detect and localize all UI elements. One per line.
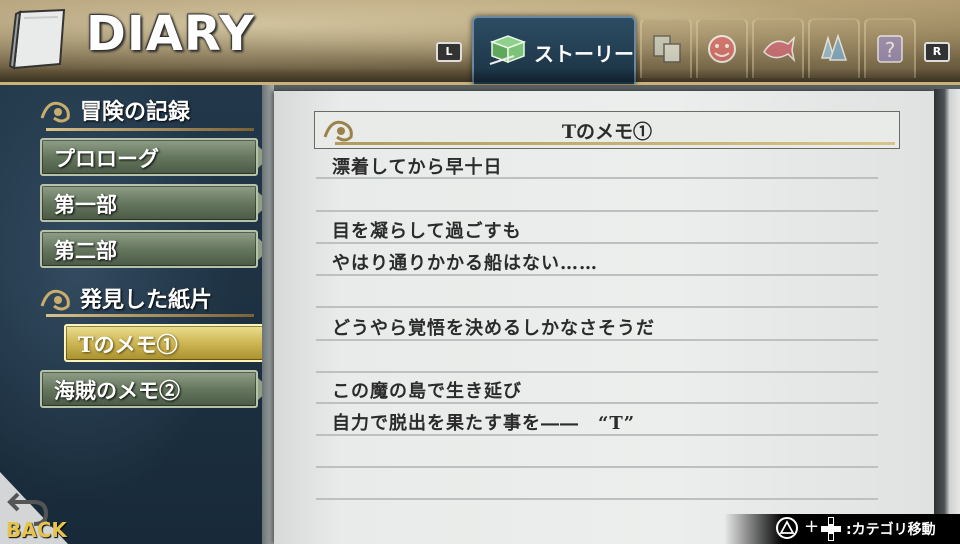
ruled-line [316, 274, 878, 276]
diary-book-icon [8, 8, 66, 70]
sidebar-item-label: 第二部 [54, 238, 117, 263]
sidebar-item-label: Tのメモ① [78, 332, 178, 357]
page-binding-edge [262, 85, 274, 544]
question-icon: ? [877, 35, 903, 63]
ruled-line [316, 434, 878, 436]
ruled-line [316, 498, 878, 500]
sidebar-item-t-memo-1[interactable]: Tのメモ① [64, 324, 294, 362]
tab-unknown[interactable]: ? [864, 18, 916, 78]
memo-line: 漂着してから早十日 [332, 157, 503, 178]
compass-ornament-icon [40, 289, 70, 311]
hint-text: :カテゴリ移動 [846, 522, 936, 538]
tab-story[interactable]: ストーリー [472, 16, 636, 84]
ruled-line [316, 466, 878, 468]
crystal-icon [820, 33, 848, 61]
ruled-line [316, 210, 878, 212]
memo-title: Tのメモ① [561, 121, 653, 143]
compass-ornament-icon [40, 101, 70, 123]
section-divider [46, 314, 254, 317]
memo-page: Tのメモ① 漂着してから早十日 目を凝らして過ごすも やはり通りかかる船はない…… [274, 91, 934, 544]
diary-notebook: Tのメモ① 漂着してから早十日 目を凝らして過ごすも やはり通りかかる船はない…… [262, 85, 960, 544]
dpad-icon [821, 517, 841, 541]
ruled-line [316, 306, 878, 308]
l-shoulder-button-hint[interactable]: L [436, 42, 462, 62]
controls-hint: + :カテゴリ移動 [724, 514, 960, 544]
memo-line: 目を凝らして過ごすも [332, 221, 522, 242]
svg-text:?: ? [885, 38, 896, 62]
ruled-line [316, 339, 878, 341]
tab-notes[interactable] [640, 18, 692, 78]
ruled-line [316, 402, 878, 404]
open-book-icon [489, 35, 527, 65]
title-underline [335, 142, 895, 145]
tab-crystal[interactable] [808, 18, 860, 78]
page-title: DIARY [86, 6, 255, 62]
sidebar-item-prologue[interactable]: プロローグ [40, 138, 270, 176]
section-title: 冒険の記録 [80, 99, 191, 125]
sidebar-item-pirate-memo-2[interactable]: 海賊のメモ② [40, 370, 270, 408]
sidebar-item-part-one[interactable]: 第一部 [40, 184, 270, 222]
section-divider [46, 128, 254, 131]
tab-story-label: ストーリー [534, 42, 634, 66]
tab-face[interactable] [696, 18, 748, 78]
fish-icon [763, 35, 796, 63]
sidebar-item-part-two[interactable]: 第二部 [40, 230, 270, 268]
next-page-edge [934, 89, 960, 544]
triangle-button-icon [776, 517, 798, 539]
ruled-line [316, 177, 878, 179]
section-title: 発見した紙片 [80, 287, 213, 313]
tab-fish[interactable] [752, 18, 804, 78]
header-bar: DIARY L ストーリー ? R [0, 0, 960, 85]
sidebar-item-label: 海賊のメモ② [54, 378, 180, 403]
back-button-label[interactable]: BACK [6, 518, 67, 542]
memo-line: どうやら覚悟を決めるしかなさそうだ [332, 318, 655, 339]
face-icon [708, 35, 736, 63]
sidebar-item-label: プロローグ [54, 146, 159, 171]
memo-line: この魔の島で生き延び [332, 381, 522, 402]
ruled-line [316, 242, 878, 244]
notes-icon [653, 35, 681, 63]
r-shoulder-button-hint[interactable]: R [924, 42, 950, 62]
memo-line: やはり通りかかる船はない…… [332, 253, 598, 274]
sidebar-item-label: 第一部 [54, 192, 117, 217]
memo-line: 自力で脱出を果たす事を―― “T” [332, 413, 636, 434]
memo-title-bar: Tのメモ① [314, 111, 900, 149]
plus-sign: + [804, 516, 820, 537]
ruled-line [316, 371, 878, 373]
